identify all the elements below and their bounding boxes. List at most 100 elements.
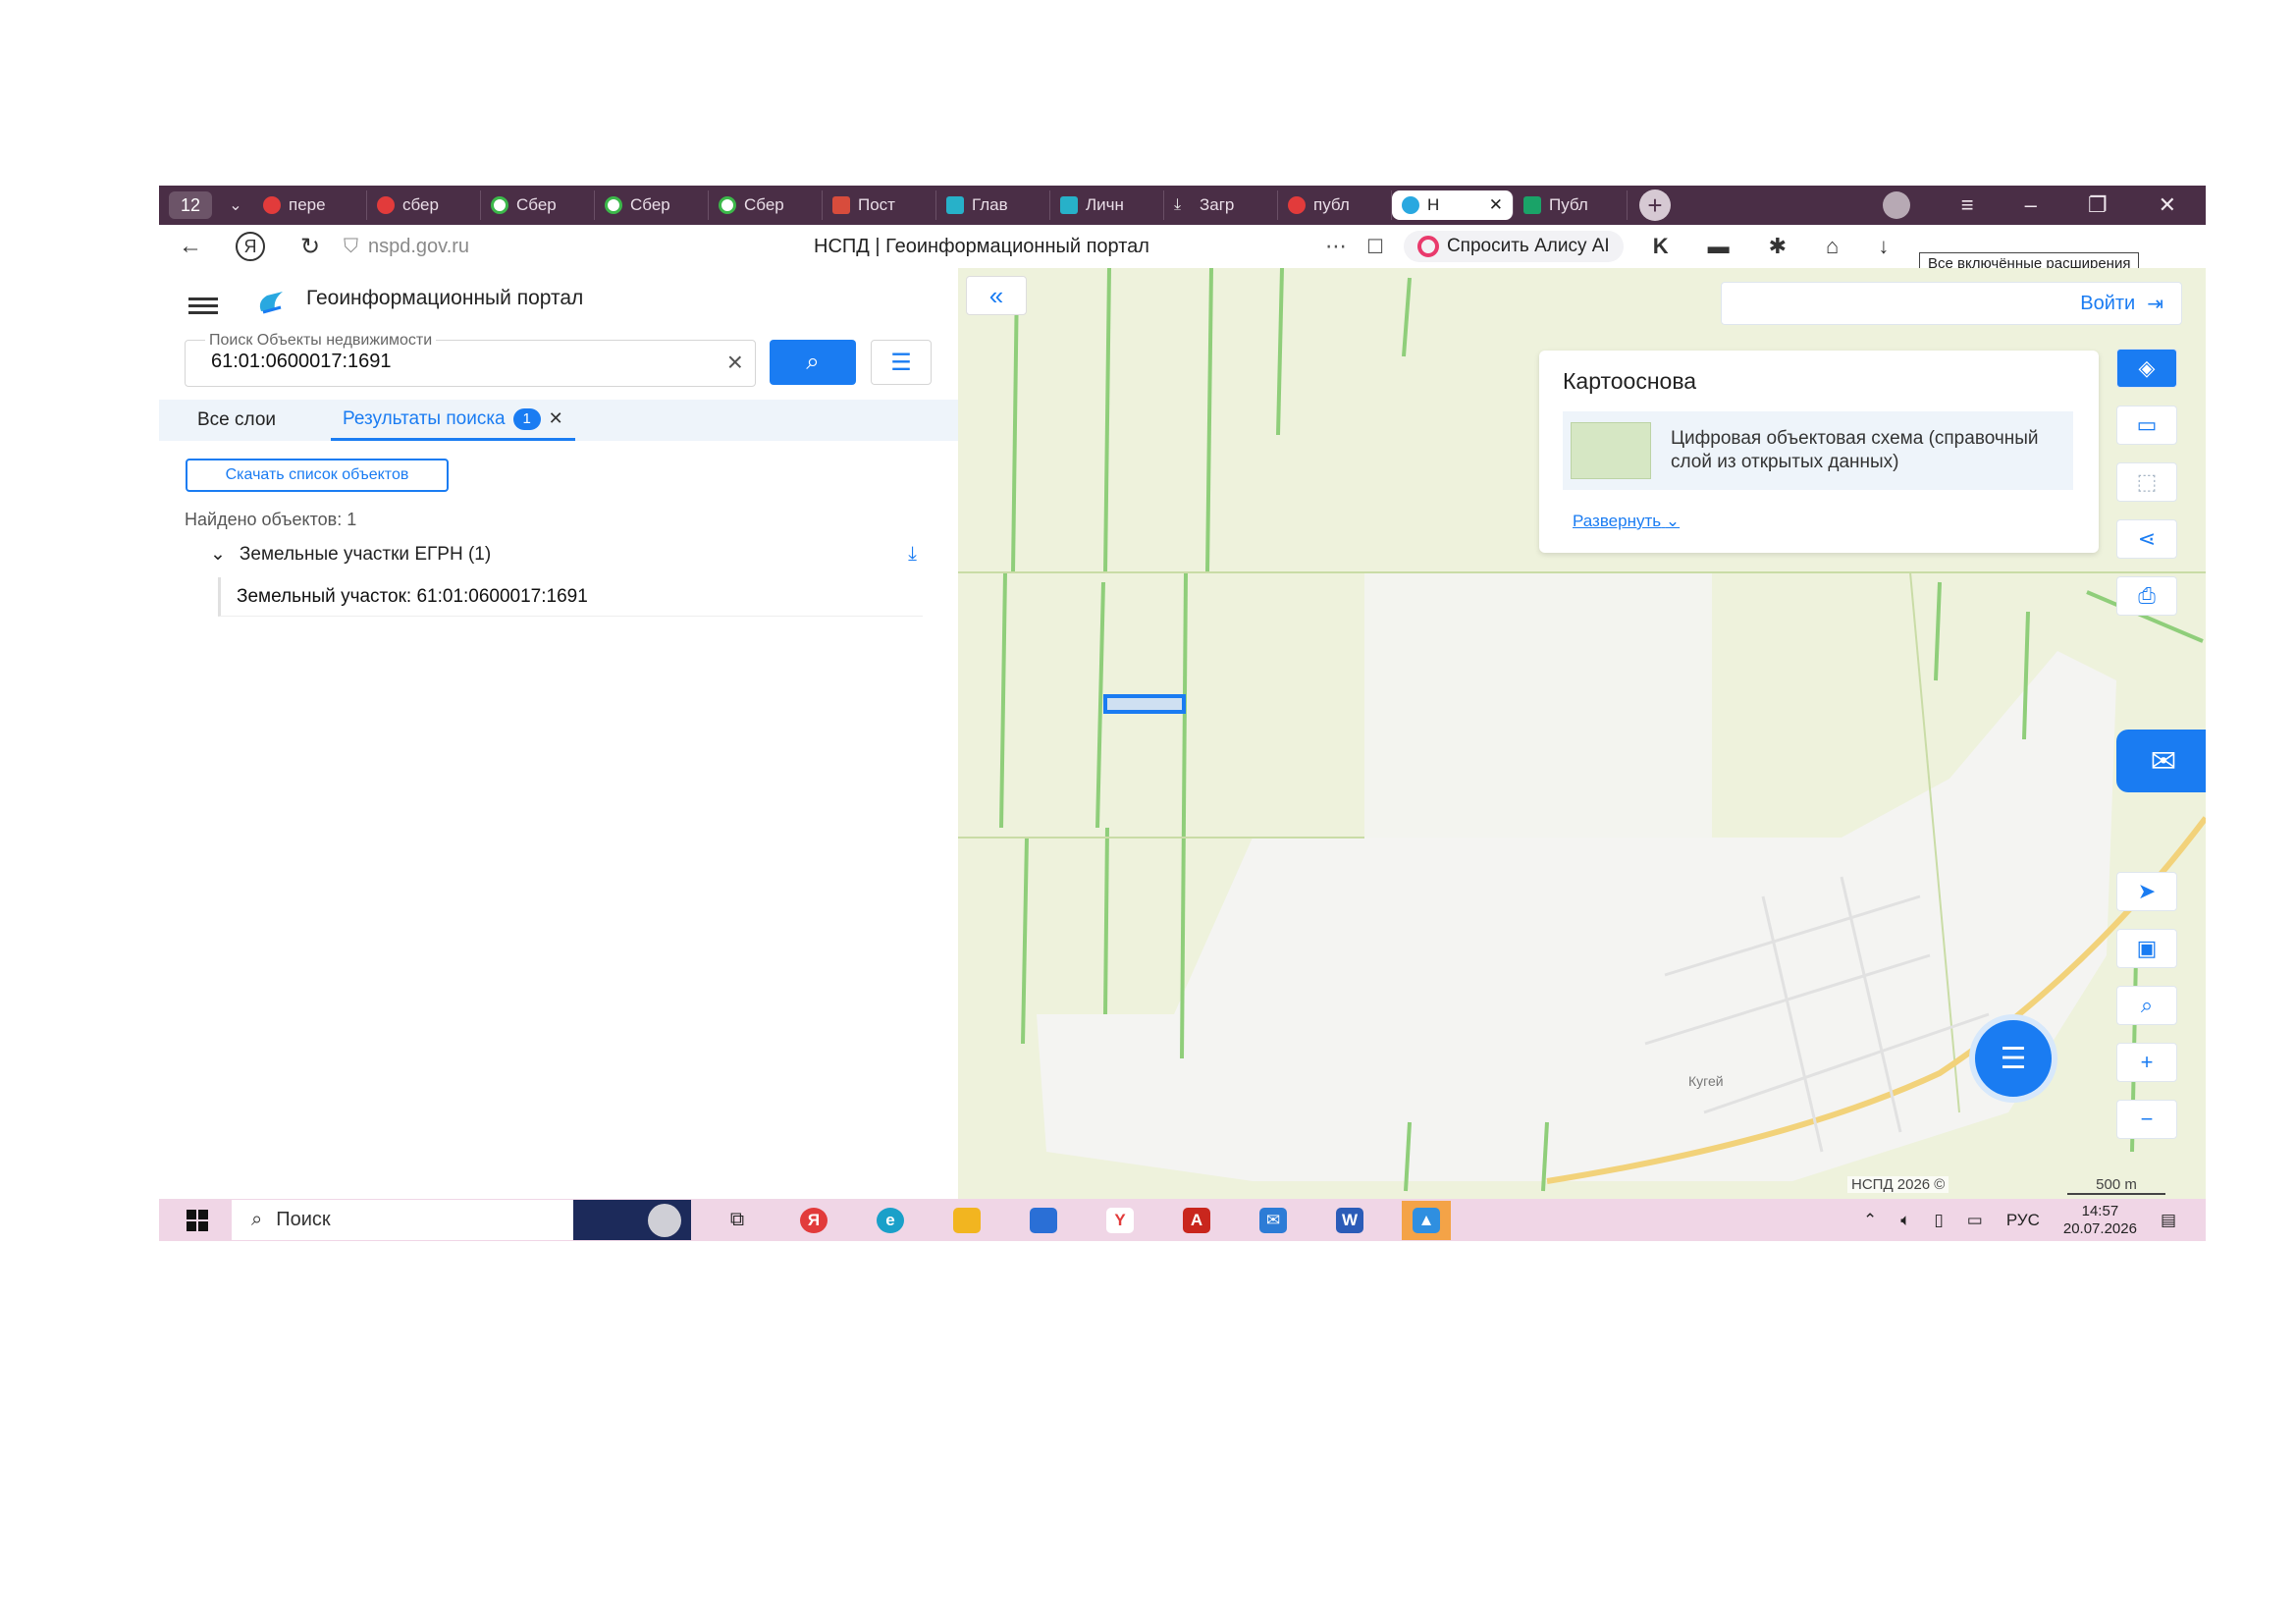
ask-alice-label: Спросить Алису AI — [1446, 236, 1610, 256]
select-area-button[interactable]: ⬚ — [2116, 462, 2177, 502]
downloads-icon[interactable]: ↓ — [1878, 234, 1889, 259]
login-label: Войти — [2080, 292, 2136, 314]
gosuslugi-icon — [1060, 196, 1078, 214]
minimap-button[interactable]: ▣ — [2116, 929, 2177, 968]
browser-tab[interactable]: Личн — [1050, 190, 1164, 220]
reload-icon[interactable]: ↻ — [291, 227, 330, 266]
network-icon[interactable]: ▭ — [1967, 1211, 1983, 1230]
search-label: Поиск Объекты недвижимости — [205, 332, 437, 350]
close-window-icon[interactable]: ✕ — [2159, 192, 2176, 218]
tab-search-results[interactable]: Результаты поиска 1 ✕ — [331, 400, 575, 441]
basemap-thumbnail — [1571, 422, 1651, 479]
select-area-icon: ⬚ — [2136, 469, 2158, 494]
map-tools-bottom: ➤ ▣ ⌕ + − — [2116, 872, 2181, 1157]
language-indicator[interactable]: РУС — [2006, 1211, 2040, 1230]
browser-tab[interactable]: Пост — [823, 190, 936, 220]
filter-button[interactable]: ☰ — [871, 340, 932, 385]
measure-button[interactable]: ▭ — [2116, 406, 2177, 445]
print-button[interactable]: ⎙ — [2116, 576, 2177, 616]
share-button[interactable]: ⋖ — [2116, 519, 2177, 559]
edge-icon[interactable]: e — [866, 1201, 915, 1240]
login-button[interactable]: Войти ⇥ — [1721, 282, 2182, 325]
browser-tab[interactable]: Глав — [936, 190, 1050, 220]
browser-tab-label: Пост — [858, 195, 895, 214]
zoom-out-button[interactable]: − — [2116, 1100, 2177, 1139]
photos-icon[interactable]: ▲ — [1402, 1200, 1451, 1240]
tab-search-results-label: Результаты поиска — [343, 407, 506, 429]
tray-chevron-icon[interactable]: ⌃ — [1863, 1211, 1877, 1230]
search-value: 61:01:0600017:1691 — [211, 351, 392, 372]
bookmark-icon[interactable]: ☐ — [1366, 235, 1384, 259]
taskbar-search[interactable]: ⌕ Поиск — [232, 1200, 691, 1240]
battery-icon[interactable]: ▯ — [1934, 1211, 1943, 1230]
browser-tab[interactable]: пере — [253, 190, 367, 220]
map-view[interactable]: « Войти ⇥ Картооснова Цифровая объектова… — [958, 268, 2206, 1199]
yandex-browser-icon[interactable]: Я — [789, 1201, 838, 1240]
browser-tab-label: Загр — [1200, 195, 1235, 214]
double-chevron-left-icon: « — [988, 280, 1004, 310]
zoom-search-button[interactable]: ⌕ — [2116, 986, 2177, 1025]
task-view-icon[interactable]: ⧉ — [713, 1201, 762, 1240]
url-field[interactable]: ⛉ nspd.gov.ru — [344, 236, 658, 258]
expand-link[interactable]: Развернуть ⌄ — [1573, 512, 1680, 531]
windows-start-icon[interactable] — [187, 1209, 208, 1231]
clock-time: 14:57 — [2081, 1202, 2119, 1219]
menu-icon[interactable]: ≡ — [1961, 192, 1974, 218]
tab-list-chevron-icon[interactable]: ⌄ — [218, 191, 253, 219]
tab-count-button[interactable]: 12 — [169, 191, 212, 219]
download-icon: ⤓ — [1174, 196, 1182, 213]
ask-alice-button[interactable]: Спросить Алису AI — [1403, 231, 1624, 262]
back-arrow-icon[interactable]: ← — [171, 227, 210, 266]
minimize-icon[interactable]: – — [2025, 192, 2037, 218]
zoom-in-button[interactable]: + — [2116, 1043, 2177, 1082]
tab-all-layers[interactable]: Все слои — [197, 409, 276, 431]
result-group-header[interactable]: ⌄ Земельные участки ЕГРН (1) ⤓ — [210, 543, 917, 566]
browser-tab[interactable]: публ — [1278, 190, 1392, 220]
map-tools-top: ◈ ▭ ⬚ ⋖ ⎙ — [2116, 349, 2181, 633]
outlook-icon[interactable]: ✉ — [1249, 1201, 1298, 1240]
clock[interactable]: 14:57 20.07.2026 — [2063, 1203, 2137, 1238]
basemap-layer-card[interactable]: Цифровая объектовая схема (справочный сл… — [1563, 411, 2073, 490]
hamburger-menu-icon[interactable] — [188, 294, 218, 318]
restore-icon[interactable]: ❐ — [2088, 192, 2108, 218]
search-input[interactable]: Поиск Объекты недвижимости 61:01:0600017… — [185, 332, 756, 387]
kaspersky-icon[interactable]: K — [1653, 234, 1669, 259]
extensions-puzzle-icon[interactable]: ✱ — [1769, 234, 1787, 259]
close-results-icon[interactable]: ✕ — [549, 408, 563, 429]
geolocate-button[interactable]: ➤ — [2116, 872, 2177, 911]
browser-tab[interactable]: Публ — [1514, 190, 1628, 220]
new-tab-button[interactable]: + — [1639, 189, 1671, 221]
download-list-button[interactable]: Скачать список объектов — [186, 459, 449, 492]
file-explorer-icon[interactable] — [942, 1201, 991, 1240]
word-icon[interactable]: W — [1325, 1201, 1374, 1240]
download-icon[interactable]: ⤓ — [908, 543, 917, 566]
screenshot-frame: 12 ⌄ пере сбер Сбер Сбер Сбер Пост Глав Личн ⤓ За… — [159, 186, 2206, 1241]
close-tab-icon[interactable]: ✕ — [1489, 195, 1503, 215]
result-item[interactable]: Земельный участок: 61:01:0600017:1691 — [218, 577, 923, 617]
layers-button[interactable]: ◈ — [2116, 349, 2177, 388]
collapse-panel-button[interactable]: « — [966, 276, 1027, 315]
browser-tab[interactable]: Сбер — [595, 190, 709, 220]
browser-tab[interactable]: ⤓ Загр — [1164, 190, 1278, 220]
yandex-icon[interactable]: Y — [1095, 1201, 1145, 1240]
more-dots-icon[interactable]: ⋯ — [1325, 234, 1347, 259]
browser-tab[interactable]: Сбер — [481, 190, 595, 220]
clock-date: 20.07.2026 — [2062, 1219, 2137, 1237]
extension-icon[interactable]: ▬ — [1708, 234, 1730, 259]
search-button[interactable]: ⌕ — [770, 340, 856, 385]
profile-avatar[interactable] — [1882, 191, 1910, 219]
yandex-home-icon[interactable]: Я — [236, 232, 265, 261]
volume-icon[interactable]: 🔈︎ — [1900, 1211, 1910, 1230]
clear-search-icon[interactable]: × — [727, 347, 743, 378]
browser-tab[interactable]: Н ✕ — [1392, 190, 1514, 220]
acrobat-icon[interactable]: A — [1172, 1201, 1221, 1240]
chat-button[interactable]: ☰ — [1969, 1014, 2057, 1103]
share-icon: ⋖ — [2137, 526, 2157, 551]
browser-tab[interactable]: Сбер — [709, 190, 823, 220]
basemap-title: Картооснова — [1563, 368, 1697, 394]
browser-tab[interactable]: сбер — [367, 190, 481, 220]
store-icon[interactable] — [1019, 1201, 1068, 1240]
shopping-icon[interactable]: ⌂ — [1826, 234, 1839, 259]
feedback-button[interactable]: ✉ — [2116, 730, 2206, 792]
notification-icon[interactable]: ▤ — [2161, 1211, 2176, 1230]
